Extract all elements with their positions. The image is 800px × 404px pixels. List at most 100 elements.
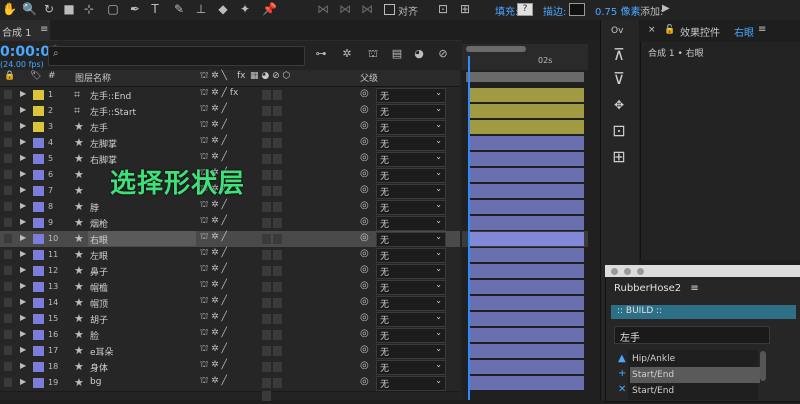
visibility-toggle[interactable] [4,282,12,291]
add-icon[interactable]: + [618,368,626,379]
table-row[interactable]: ▶ 8 ★ 脖 ⛫ ✲ ╱ ◎ 无 ⌄ [0,199,460,225]
tab-comp-1[interactable]: 合成 1 ≡ [0,20,50,40]
table-row[interactable]: ▶ 19 ★ bg ⛫ ✲ ╱ ◎ 无 ⌄ [0,375,460,401]
pickwhip-icon[interactable]: ◎ [360,88,369,99]
layer-name[interactable]: 脸 [90,329,99,342]
expand-arrow-icon[interactable]: ▶ [20,153,26,162]
expand-arrow-icon[interactable]: ▶ [20,297,26,306]
layer-switch-boxes[interactable] [262,250,294,273]
time-navigator[interactable] [466,46,526,52]
visibility-toggle[interactable] [4,202,12,211]
align-top-icon[interactable]: ⊼ [608,44,630,66]
pickwhip-icon[interactable]: ◎ [360,376,369,387]
layer-switches-icon[interactable]: ⛫ ✲ ╱ [200,328,227,339]
visibility-toggle[interactable] [4,378,12,387]
menu-icon[interactable]: ≡ [690,283,698,294]
axis-view-icon[interactable]: ⋈ [360,2,374,16]
parent-dropdown[interactable]: 无 ⌄ [376,360,446,375]
pickwhip-icon[interactable]: ◎ [360,136,369,147]
pickwhip-icon[interactable]: ◎ [360,248,369,259]
layer-duration-bar[interactable] [470,312,584,326]
pickwhip-icon[interactable]: ◎ [360,280,369,291]
layer-name[interactable]: 身体 [90,361,108,374]
table-row[interactable]: ▶ 17 ★ e耳朵 ⛫ ✲ ╱ ◎ 无 ⌄ [0,343,460,369]
layer-name[interactable]: e耳朵 [90,345,114,358]
visibility-toggle[interactable] [4,138,12,147]
layer-duration-bar[interactable] [470,280,584,294]
layer-switches-icon[interactable]: ⛫ ✲ ╱ [200,376,227,387]
layer-name[interactable]: 右眼 [90,233,108,246]
label-color[interactable] [33,106,44,116]
zoom-icon[interactable]: 🔍 [22,2,37,16]
layer-duration-bar[interactable] [470,248,584,262]
pickwhip-icon[interactable]: ◎ [360,104,369,115]
layer-duration-bar[interactable] [470,328,584,342]
anchor-icon[interactable]: ⊹ [82,2,96,16]
layer-switches-icon[interactable]: ⛫ ✲ ╱ [200,104,227,115]
parent-dropdown[interactable]: 无 ⌄ [376,312,446,327]
visibility-toggle[interactable] [4,218,12,227]
add-comp-icon[interactable]: ⊞ [608,146,630,168]
parent-dropdown[interactable]: 无 ⌄ [376,120,446,135]
pickwhip-icon[interactable]: ◎ [360,120,369,131]
label-color[interactable] [33,314,44,324]
expand-arrow-icon[interactable]: ▶ [20,249,26,258]
list-item[interactable]: Start/End [630,367,760,383]
label-color[interactable] [33,282,44,292]
pickwhip-icon[interactable]: ◎ [360,296,369,307]
layer-switches-icon[interactable]: ⛫ ✲ ╱ [200,296,227,307]
visibility-toggle[interactable] [4,330,12,339]
layer-switch-boxes[interactable] [262,138,294,161]
pickwhip-icon[interactable]: ◎ [360,168,369,179]
layer-switch-boxes[interactable] [262,346,294,369]
parent-dropdown[interactable]: 无 ⌄ [376,328,446,343]
visibility-toggle[interactable] [4,298,12,307]
pickwhip-icon[interactable]: ◎ [360,264,369,275]
layer-duration-bar[interactable] [470,344,584,358]
layer-switches-icon[interactable]: ⛫ ✲ ╱ [200,232,227,243]
motion-blur-icon[interactable]: ◕ [412,47,426,61]
parent-dropdown[interactable]: 无 ⌄ [376,216,446,231]
frame-blend-icon[interactable]: ▤ [390,47,404,61]
layer-duration-bar[interactable] [470,184,584,198]
layer-name[interactable]: 烟枪 [90,217,108,230]
list-scrollbar[interactable] [760,351,766,381]
layer-duration-bar[interactable] [470,120,584,134]
parent-dropdown[interactable]: 无 ⌄ [376,168,446,183]
stroke-width[interactable]: 0.75 像素 [595,3,640,18]
layer-switches-icon[interactable]: ⛫ ✲ ╱ [200,216,227,227]
label-color[interactable] [33,218,44,228]
layer-switch-boxes[interactable] [262,314,294,337]
text-icon[interactable]: T [148,2,162,16]
layer-switch-boxes[interactable] [262,90,294,113]
parent-dropdown[interactable]: 无 ⌄ [376,136,446,151]
add-play-icon[interactable]: ▶ [662,3,670,14]
rubberhose-titlebar[interactable] [605,265,800,277]
layer-name[interactable]: 胡子 [90,313,108,326]
comp-flow-icon[interactable]: ⊶ [314,47,328,61]
parent-dropdown[interactable]: 无 ⌄ [376,280,446,295]
expand-arrow-icon[interactable]: ▶ [20,361,26,370]
stroke-swatch[interactable] [569,3,585,16]
expand-arrow-icon[interactable]: ▶ [20,105,26,114]
pickwhip-icon[interactable]: ◎ [360,360,369,371]
parent-dropdown[interactable]: 无 ⌄ [376,376,446,391]
fill-swatch[interactable]: ? [517,3,533,16]
draft-3d-icon[interactable]: ✲ [340,47,354,61]
snap-grid-icon[interactable]: ⊞ [458,2,472,16]
expand-arrow-icon[interactable]: ▶ [20,313,26,322]
parent-dropdown[interactable]: 无 ⌄ [376,232,446,247]
parent-dropdown[interactable]: 无 ⌄ [376,104,446,119]
layer-name[interactable]: 帽檐 [90,281,108,294]
hose-name-input[interactable]: 左手 [614,326,770,344]
hand-icon[interactable]: ✋ [2,2,17,16]
layer-switch-boxes[interactable] [262,218,294,241]
table-row[interactable]: ▶ 16 ★ 脸 ⛫ ✲ ╱ ◎ 无 ⌄ [0,327,460,353]
layer-switch-boxes[interactable] [262,186,294,209]
visibility-toggle[interactable] [4,266,12,275]
label-color[interactable] [33,250,44,260]
label-color[interactable] [33,122,44,132]
visibility-toggle[interactable] [4,186,12,195]
layer-switches-icon[interactable]: ⛫ ✲ ╱ [200,248,227,259]
list-item[interactable]: Hip/Ankle [630,351,760,367]
